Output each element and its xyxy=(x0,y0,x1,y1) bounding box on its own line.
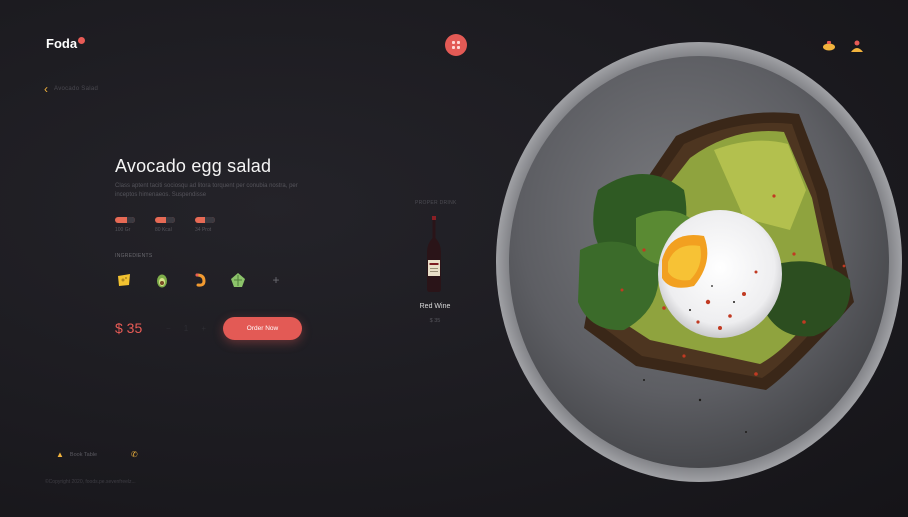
order-now-button[interactable]: Order Now xyxy=(223,317,302,340)
stat-label: 100 Gr xyxy=(115,227,131,233)
proper-drink-label: PROPER DRINK xyxy=(415,200,457,206)
cheese-icon[interactable] xyxy=(115,271,133,289)
chevron-left-icon: ‹ xyxy=(44,82,48,96)
back-label: Avocado Salad xyxy=(54,86,99,92)
book-table-link[interactable]: ▲ Book Table xyxy=(56,450,97,459)
phone-link[interactable]: ✆ xyxy=(131,450,144,459)
dish-image xyxy=(496,42,902,482)
stat-label: 34 Prot xyxy=(195,227,212,233)
quantity-value: 1 xyxy=(183,323,189,333)
price: $ 35 xyxy=(115,320,143,336)
stat-label: 80 Kcal xyxy=(155,227,172,233)
stat-bar xyxy=(115,217,135,223)
add-ingredient-button[interactable]: + xyxy=(267,271,285,289)
nutrition-stats: 100 Gr 80 Kcal 34 Prot xyxy=(115,217,215,233)
stat-bar xyxy=(155,217,175,223)
decrease-button[interactable]: − xyxy=(166,324,171,333)
product-title: Avocado egg salad xyxy=(115,156,272,176)
page: Foda ‹ Avocado Salad Avocado egg salad C… xyxy=(0,0,908,517)
book-table-label: Book Table xyxy=(69,451,98,458)
cloche-icon: ▲ xyxy=(56,450,64,459)
drink-price: $ 35 xyxy=(429,318,441,324)
stat-weight: 100 Gr xyxy=(115,217,135,233)
logo-dot xyxy=(78,37,86,44)
phone-icon: ✆ xyxy=(131,450,138,459)
menu-button[interactable] xyxy=(445,34,467,56)
product-description: Class aptent taciti sociosqu ad litora t… xyxy=(115,183,298,198)
shrimp-icon[interactable] xyxy=(191,271,209,289)
lettuce-icon[interactable] xyxy=(229,271,247,289)
increase-button[interactable]: + xyxy=(201,324,206,333)
ingredients-list: + xyxy=(115,271,285,289)
grid-icon xyxy=(452,41,460,49)
stat-bar xyxy=(195,217,215,223)
footer-links: ▲ Book Table ✆ xyxy=(56,450,144,459)
back-link[interactable]: ‹ Avocado Salad xyxy=(44,82,98,96)
stat-protein: 34 Prot xyxy=(195,217,215,233)
copyright: ©Copyright 2020, foods.pe.sevenfreelz... xyxy=(45,479,136,485)
logo[interactable]: Foda xyxy=(46,36,86,51)
stat-calories: 80 Kcal xyxy=(155,217,175,233)
ingredients-label: INGREDIENTS xyxy=(115,253,153,259)
drink-name: Red Wine xyxy=(419,303,451,310)
quantity-stepper: − 1 + xyxy=(160,318,212,338)
avocado-icon[interactable] xyxy=(153,271,171,289)
wine-bottle-image[interactable] xyxy=(423,216,445,292)
logo-text: Foda xyxy=(46,36,78,51)
